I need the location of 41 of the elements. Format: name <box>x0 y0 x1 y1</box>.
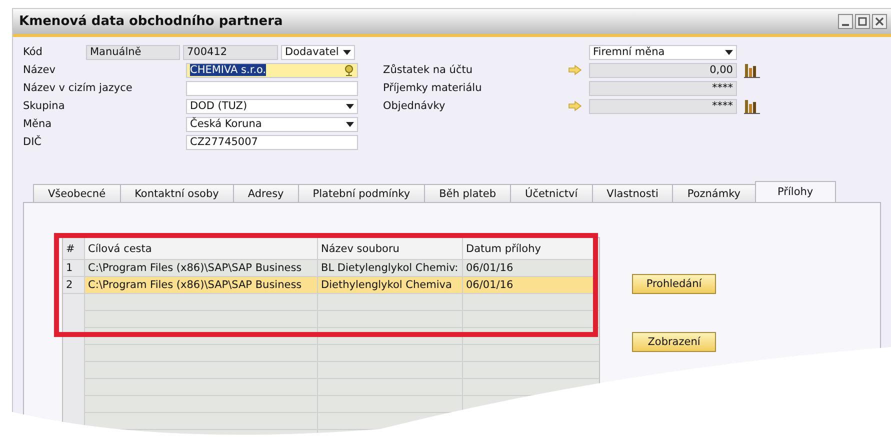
field-label: Název <box>23 64 56 76</box>
table-cell: Diethylenglykol Chemiva <box>318 277 463 294</box>
field-label: Objednávky <box>383 100 446 112</box>
tab[interactable]: Přílohy <box>754 181 836 202</box>
tab[interactable]: Poznámky <box>672 184 756 202</box>
tab[interactable]: Běh plateb <box>424 184 512 202</box>
action-button[interactable]: Zobrazení <box>632 332 716 352</box>
dropdown[interactable]: Česká Koruna <box>186 116 358 132</box>
dropdown[interactable]: DOD (TUZ) <box>186 98 358 114</box>
field-label: Měna <box>23 118 53 130</box>
tab[interactable]: Vlastnosti <box>592 184 674 202</box>
type-dropdown[interactable]: Dodavatel <box>281 44 355 60</box>
input-field[interactable]: CZ27745007 <box>186 134 358 150</box>
field-label: Příjemky materiálu <box>383 82 483 94</box>
balance-field: **** <box>589 80 737 96</box>
column-header[interactable]: Cílová cesta <box>85 238 318 260</box>
column-header[interactable]: Název souboru <box>318 238 463 260</box>
code-field[interactable]: 700412 <box>183 44 278 60</box>
row-number: 1 <box>63 260 85 277</box>
tab[interactable]: Kontaktní osoby <box>120 184 234 202</box>
column-header[interactable]: # <box>63 238 85 260</box>
tab[interactable]: Platební podmínky <box>298 184 426 202</box>
field-label: DIČ <box>23 136 43 148</box>
balance-field: 0,00 <box>589 62 737 78</box>
table-cell: C:\Program Files (x86)\SAP\SAP Business <box>85 277 318 294</box>
table-row[interactable]: 2 C:\Program Files (x86)\SAP\SAP Business Diethylenglykol Chemiva 06/01/16 <box>63 277 599 294</box>
field-label: Název v cizím jazyce <box>23 82 134 94</box>
window-title: Kmenová data obchodního partnera <box>19 14 283 29</box>
tab[interactable]: Účetnictví <box>510 184 593 202</box>
field-label: Skupina <box>23 100 66 112</box>
balance-field: **** <box>589 98 737 114</box>
column-header[interactable]: Datum přílohy <box>463 238 597 260</box>
field-label: Kód <box>23 46 44 58</box>
row-number: 2 <box>63 277 85 294</box>
tab[interactable]: Adresy <box>232 184 299 202</box>
currency-dropdown[interactable]: Firemní měna <box>589 44 737 60</box>
input-field[interactable]: CHEMIVA s.r.o. <box>186 62 358 78</box>
tab[interactable]: Všeobecné <box>33 184 121 202</box>
field-label: Zůstatek na účtu <box>383 64 474 76</box>
action-button[interactable]: Prohledání <box>632 274 716 294</box>
series-field[interactable]: Manuálně <box>86 44 180 60</box>
